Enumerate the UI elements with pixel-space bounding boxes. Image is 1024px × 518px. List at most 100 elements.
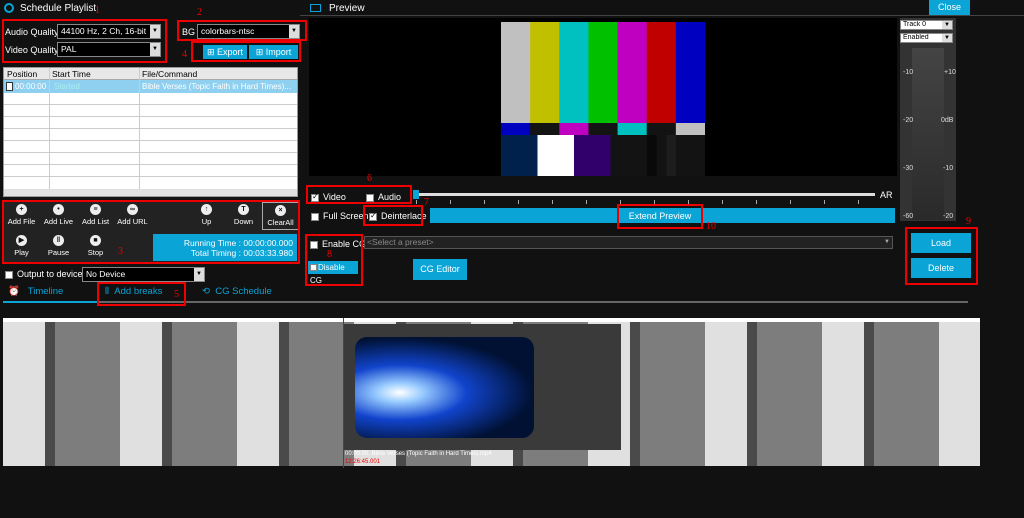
toolbar-button-0[interactable]: + Add File — [3, 202, 40, 230]
seek-handle[interactable] — [413, 190, 419, 199]
tab-underline — [3, 301, 968, 303]
row-file-icon — [6, 82, 13, 91]
colorbar-mid — [588, 123, 619, 135]
colorbar-bottom — [610, 135, 648, 176]
full-screen-checkbox[interactable] — [311, 212, 319, 221]
playlist-table[interactable]: Position Start Time File/Command 00:00:0… — [3, 67, 298, 197]
toolbar-button-4[interactable] — [151, 202, 188, 230]
seek-bar[interactable] — [416, 193, 875, 196]
toolbar-label: Add File — [7, 217, 36, 226]
device-select[interactable]: No Device ▼ — [82, 267, 205, 282]
chevron-down-icon: ▼ — [194, 268, 204, 281]
horizontal-scrollbar[interactable] — [4, 189, 297, 196]
annotation-3: 3 — [118, 246, 123, 257]
meter-scale-right-0: +10 — [944, 69, 956, 76]
colorbar-top — [559, 22, 589, 123]
header-position[interactable]: Position — [7, 69, 37, 79]
header-start-time[interactable]: Start Time — [52, 69, 91, 79]
annotation-1: 1 — [95, 5, 100, 16]
export-label: Export — [217, 47, 244, 57]
toolbar-button-1[interactable]: • Add Live — [40, 202, 77, 230]
title-bar-line — [300, 15, 1024, 16]
tab-timeline-label: Timeline — [27, 286, 64, 297]
toolbar-label: Add List — [81, 217, 110, 226]
tab-add-breaks-label: Add breaks — [114, 286, 163, 297]
output-device-row[interactable]: Output to device — [5, 269, 83, 279]
tick-row — [416, 200, 875, 204]
annotation-8: 8 — [327, 249, 332, 260]
toolbar-button-7[interactable]: × ClearAll — [262, 202, 299, 230]
chevron-down-icon: ▼ — [150, 43, 160, 56]
tab-timeline[interactable]: ⏰ Timeline — [8, 286, 63, 297]
deinterlace-toggle[interactable]: Deinterlace — [369, 211, 427, 221]
annotation-7: 7 — [424, 197, 429, 208]
disable-cg-toggle[interactable]: Disable CG — [308, 261, 358, 285]
annotation-5: 5 — [174, 289, 179, 300]
audio-label: Audio — [378, 192, 402, 202]
play-button[interactable]: ▶ Play — [3, 233, 40, 261]
breaks-icon: ⫴ — [105, 286, 109, 297]
cg-editor-label: CG Editor — [420, 264, 460, 274]
video-quality-value: PAL — [61, 44, 77, 54]
video-checkbox[interactable] — [311, 192, 319, 202]
disable-cg-checkbox[interactable] — [310, 264, 317, 272]
output-checkbox[interactable] — [5, 270, 13, 279]
audio-quality-select[interactable]: 44100 Hz, 2 Ch, 16-bit ▼ — [57, 24, 161, 39]
pause-button[interactable]: ‖ Pause — [40, 233, 77, 261]
row-file: Bible Verses (Topic Faith in Hard Times)… — [142, 82, 291, 91]
down-icon: T — [238, 204, 249, 215]
blank-icon — [164, 204, 175, 215]
tab-add-breaks[interactable]: ⫴ Add breaks — [105, 286, 162, 297]
audio-toggle[interactable]: Audio — [366, 192, 401, 202]
track-select[interactable]: Track 0 ▼ — [900, 20, 953, 30]
colorbar-mid — [617, 123, 648, 135]
colorbar-top — [501, 22, 531, 123]
tab-cg-schedule[interactable]: ⟲ CG Schedule — [202, 286, 272, 297]
audio-checkbox[interactable] — [366, 193, 374, 202]
clock-icon: ⏰ — [8, 286, 20, 297]
enable-cg-checkbox[interactable] — [310, 240, 318, 249]
colorbar-bottom — [656, 135, 667, 176]
extend-preview-button[interactable]: Extend Preview — [620, 211, 700, 221]
clip-thumbnail — [355, 337, 534, 438]
close-button[interactable]: Close — [929, 0, 970, 15]
cg-editor-button[interactable]: CG Editor — [413, 259, 467, 280]
full-screen-label: Full Screen — [323, 211, 369, 221]
delete-label: Delete — [927, 263, 954, 273]
video-toggle[interactable]: Video — [311, 192, 346, 202]
import-button[interactable]: ⊞ Import — [249, 45, 298, 59]
settings-icon — [4, 3, 14, 13]
toolbar-button-5[interactable]: ↑ Up — [188, 202, 225, 230]
header-file[interactable]: File/Command — [142, 69, 197, 79]
colorbar-mid — [530, 123, 560, 135]
annotation-6: 6 — [367, 173, 372, 184]
monitor-icon — [310, 4, 321, 12]
annotation-10: 10 — [706, 221, 716, 232]
colorbar-top — [646, 22, 677, 123]
load-label: Load — [930, 238, 952, 248]
enabled-select[interactable]: Enabled ▼ — [900, 33, 953, 43]
deinterlace-checkbox[interactable] — [369, 211, 377, 221]
stop-button[interactable]: ■ Stop — [77, 233, 114, 261]
video-quality-select[interactable]: PAL ▼ — [57, 42, 161, 57]
clear-icon: × — [275, 205, 286, 216]
full-screen-toggle[interactable]: Full Screen — [311, 211, 369, 221]
bg-select[interactable]: colorbars-ntsc ▼ — [197, 24, 300, 39]
up-icon: ↑ — [201, 204, 212, 215]
toolbar-label: Add Live — [43, 217, 74, 226]
delete-button[interactable]: Delete — [911, 258, 971, 278]
pause-label: Pause — [47, 248, 70, 257]
toolbar-button-2[interactable]: ≡ Add List — [77, 202, 114, 230]
clip-label: 00:00:00, Bible Verses (Topic Faith in H… — [345, 451, 492, 457]
clip-time: 12:26:45.001 — [345, 459, 381, 465]
preset-select[interactable]: <Select a preset> ▼ — [364, 236, 893, 249]
toolbar-button-3[interactable]: ∞ Add URL — [114, 202, 151, 230]
panel-title: Schedule Playlist — [20, 3, 97, 14]
export-button[interactable]: ⊞ Export — [203, 45, 247, 59]
toolbar-button-6[interactable]: T Down — [225, 202, 262, 230]
colorbar-bottom — [537, 135, 575, 176]
enable-cg-toggle[interactable]: Enable CG — [310, 239, 366, 249]
load-button[interactable]: Load — [911, 233, 971, 253]
colorbar-bottom — [647, 135, 658, 176]
play-label: Play — [14, 248, 29, 257]
